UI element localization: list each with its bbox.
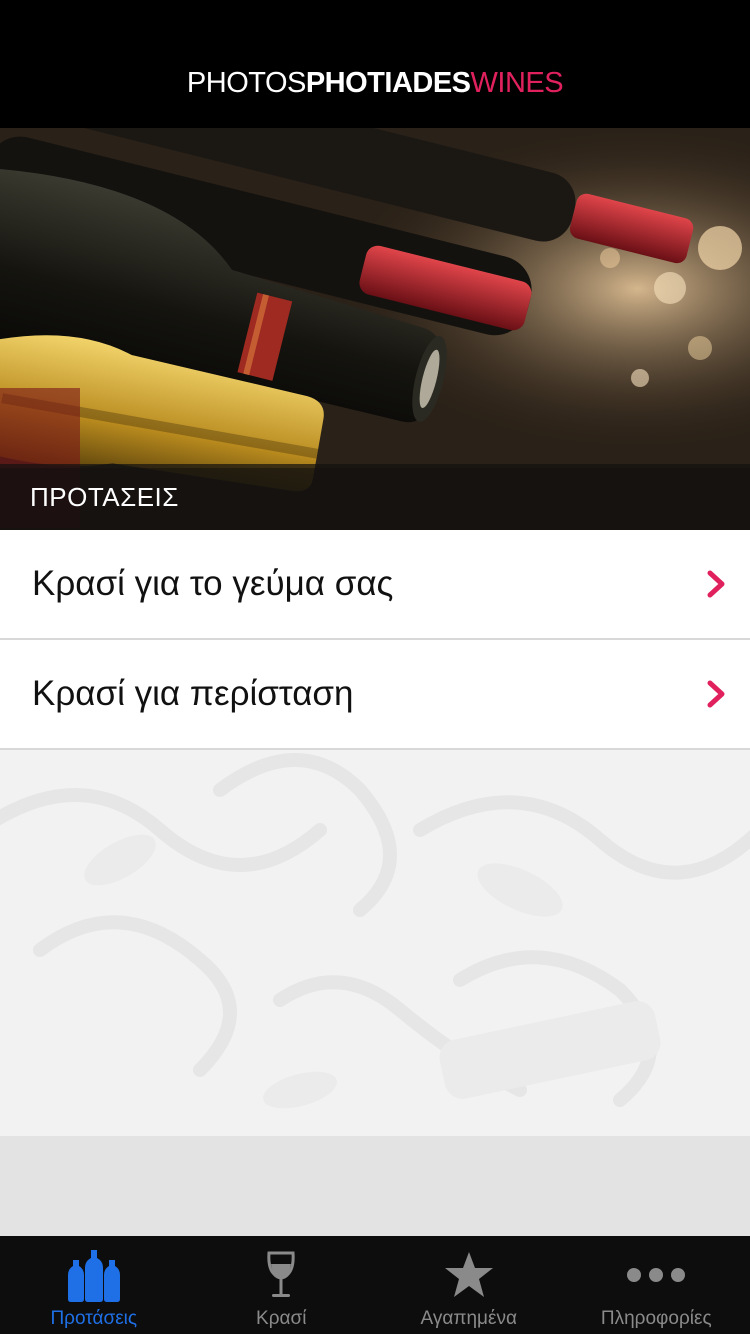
list-item-label: Κρασί για περίσταση (32, 674, 354, 713)
logo-text-photiades: PHOTIADES (305, 67, 471, 99)
list-item-label: Κρασί για το γεύμα σας (32, 564, 394, 603)
logo-text-photos: PHOTOS (186, 67, 306, 99)
app-header: PHOTOSPHOTIADESWINES (0, 0, 750, 128)
section-title: ΠΡΟΤΑΣΕΙΣ (30, 481, 179, 512)
tab-label: Αγαπημένα (420, 1308, 517, 1329)
main-content: Κρασί για το γεύμα σας Κρασί για περίστα… (0, 530, 750, 1136)
tab-label: Προτάσεις (50, 1308, 138, 1329)
star-icon (443, 1246, 495, 1304)
tab-suggestions[interactable]: Προτάσεις (0, 1236, 188, 1334)
list-item-meal-wine[interactable]: Κρασί για το γεύμα σας (0, 530, 750, 640)
bottom-spacer (0, 1136, 750, 1236)
tab-favorites[interactable]: Αγαπημένα (375, 1236, 563, 1334)
tab-label: Πληροφορίες (600, 1308, 712, 1329)
hero-banner: ΠΡΟΤΑΣΕΙΣ (0, 128, 750, 530)
chevron-right-icon (707, 570, 725, 598)
more-dots-icon (626, 1246, 686, 1304)
brand-logo: PHOTOSPHOTIADESWINES (186, 67, 564, 100)
tab-wine[interactable]: Κρασί (188, 1236, 376, 1334)
wine-bottles-icon (65, 1246, 123, 1304)
wine-glass-icon (264, 1246, 298, 1304)
tab-label: Κρασί (256, 1308, 307, 1329)
list-item-occasion-wine[interactable]: Κρασί για περίσταση (0, 640, 750, 750)
section-caption: ΠΡΟΤΑΣΕΙΣ (0, 464, 750, 530)
logo-text-wines: WINES (470, 67, 564, 99)
tab-info[interactable]: Πληροφορίες (563, 1236, 750, 1334)
tab-bar: Προτάσεις Κρασί Αγαπημένα Πληροφορίες (0, 1236, 750, 1334)
chevron-right-icon (707, 680, 725, 708)
